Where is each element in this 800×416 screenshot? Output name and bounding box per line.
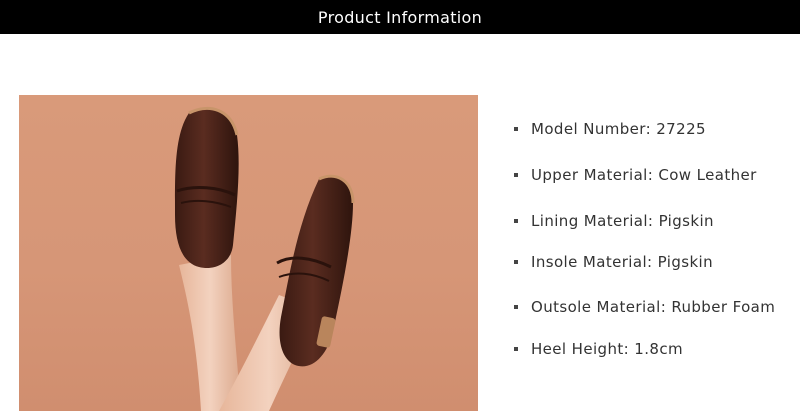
spec-upper-material: Upper Material: Cow Leather: [514, 166, 757, 184]
page-title: Product Information: [317, 7, 483, 27]
spec-label: Outsole Material:: [531, 298, 667, 316]
spec-heel-height: Heel Height: 1.8cm: [514, 340, 683, 358]
spec-model-number: Model Number: 27225: [514, 120, 706, 138]
spec-outsole-material: Outsole Material: Rubber Foam: [514, 298, 775, 316]
bullet-icon: [514, 219, 518, 223]
bullet-icon: [514, 173, 518, 177]
loafer-shoes-image: [174, 106, 355, 411]
spec-value: Pigskin: [658, 212, 714, 230]
spec-value: Pigskin: [657, 253, 714, 271]
bullet-icon: [514, 127, 518, 131]
spec-value: Cow Leather: [658, 166, 757, 184]
spec-insole-material: Insole Material: Pigskin: [514, 253, 713, 271]
spec-lining-material: Lining Material: Pigskin: [514, 212, 714, 230]
spec-label: Model Number:: [531, 120, 652, 138]
product-photo: [19, 95, 478, 411]
header-bar: Product Information: [0, 0, 800, 34]
spec-value: Rubber Foam: [671, 298, 776, 316]
spec-value: 27225: [656, 120, 706, 138]
bullet-icon: [514, 347, 518, 351]
bullet-icon: [514, 260, 518, 264]
spec-label: Upper Material:: [531, 166, 654, 184]
spec-label: Lining Material:: [531, 212, 654, 230]
spec-label: Insole Material:: [531, 253, 653, 271]
spec-label: Heel Height:: [531, 340, 630, 358]
spec-value: 1.8cm: [634, 340, 684, 358]
bullet-icon: [514, 305, 518, 309]
